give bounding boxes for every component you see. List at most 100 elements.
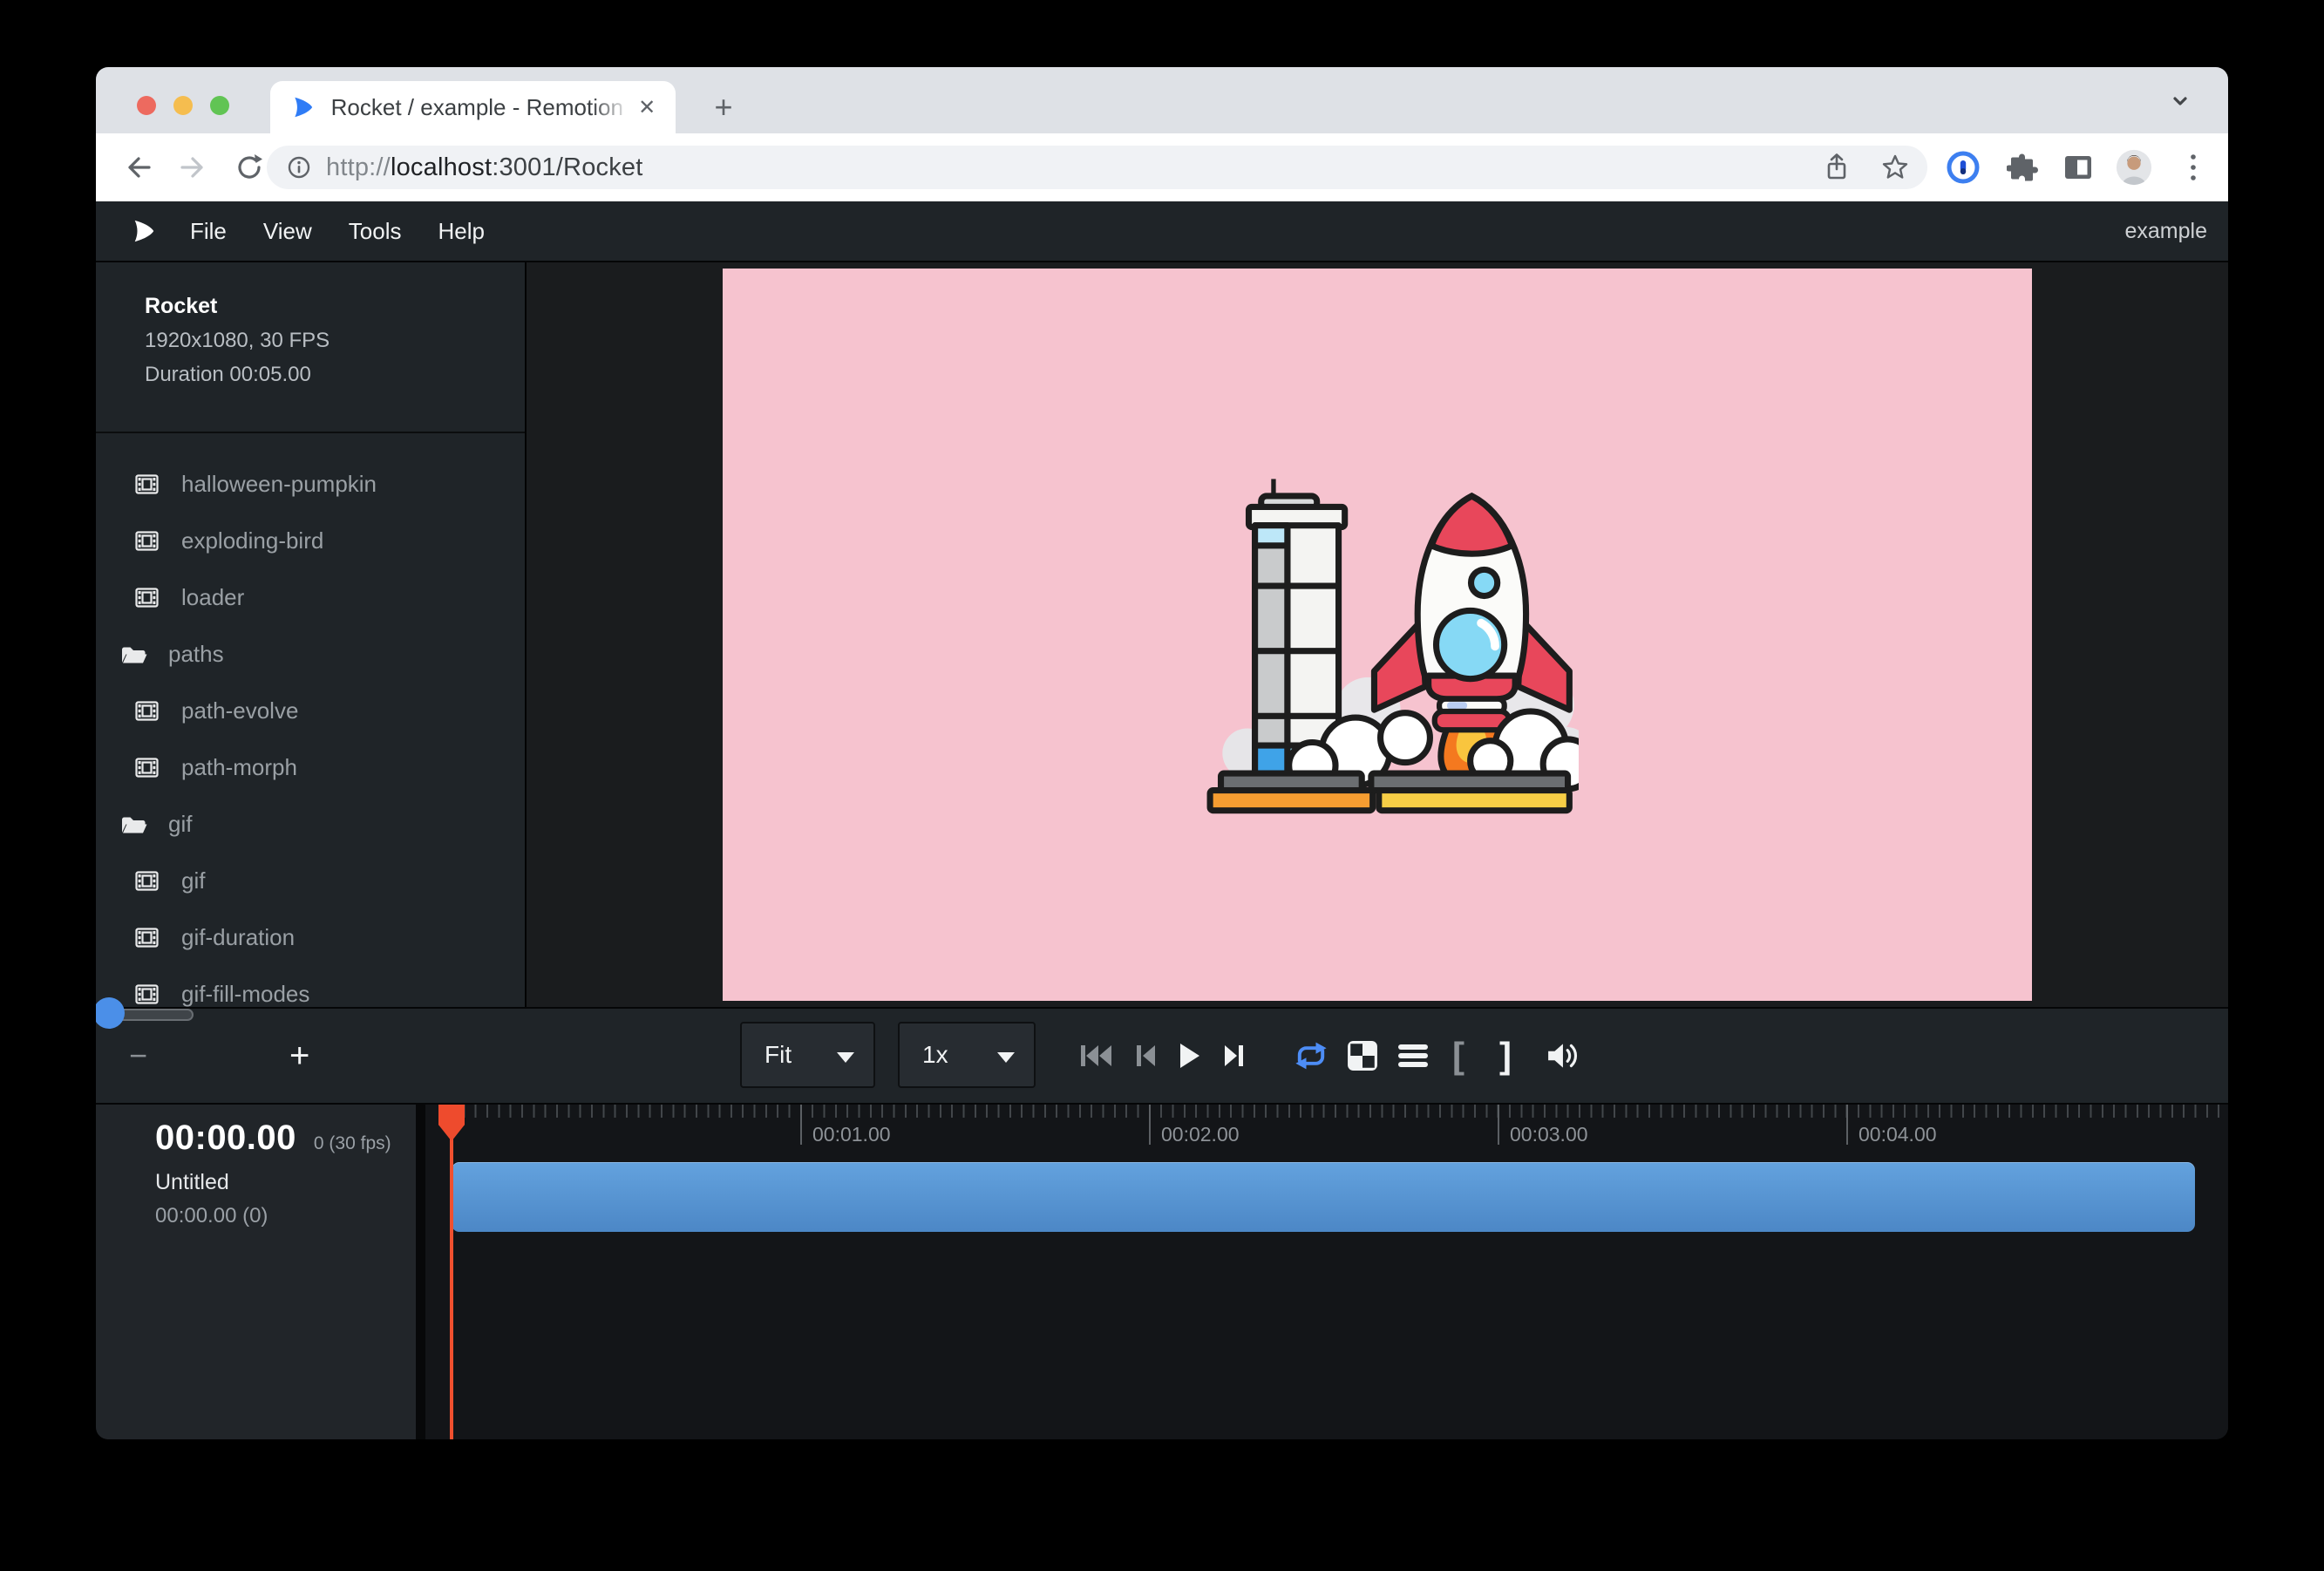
sidebar-item-label: gif-duration xyxy=(181,924,295,951)
composition-duration: Duration 00:05.00 xyxy=(145,363,499,387)
minimize-window-button[interactable] xyxy=(173,96,193,115)
remotion-logo-icon[interactable] xyxy=(131,218,157,244)
site-info-icon[interactable] xyxy=(286,154,312,180)
skip-to-start-icon xyxy=(1080,1042,1113,1070)
back-button[interactable] xyxy=(120,150,155,185)
tab-close-icon[interactable]: ✕ xyxy=(634,94,660,120)
sidebar-item-loader[interactable]: loader xyxy=(96,569,525,626)
sidebar-item-label: halloween-pumpkin xyxy=(181,471,377,498)
url-host: localhost xyxy=(391,153,492,181)
rocket-illustration xyxy=(1176,452,1579,817)
chevron-down-icon xyxy=(837,1052,854,1063)
timeline-clip-untitled[interactable] xyxy=(452,1162,2195,1232)
browser-menu-icon[interactable] xyxy=(2174,148,2212,187)
profile-avatar[interactable] xyxy=(2115,148,2153,187)
next-frame-icon xyxy=(1223,1042,1246,1070)
ruler-major-tick xyxy=(1846,1105,1848,1145)
tab-search-chevron-icon[interactable] xyxy=(2167,88,2193,119)
forward-button[interactable] xyxy=(176,150,211,185)
sidebar-item-path-evolve[interactable]: path-evolve xyxy=(96,683,525,739)
ruler-label: 00:03.00 xyxy=(1510,1123,1588,1146)
composition-list: halloween-pumpkin exploding-bird loader … xyxy=(96,435,525,1007)
side-panel-icon[interactable] xyxy=(2059,148,2097,187)
menu-file[interactable]: File xyxy=(190,218,227,245)
film-icon xyxy=(135,531,159,551)
share-icon[interactable] xyxy=(1823,152,1851,183)
timeline-ruler[interactable] xyxy=(452,1105,2228,1118)
project-name-label: example xyxy=(2125,219,2208,244)
remotion-favicon xyxy=(291,95,316,119)
remotion-menu-bar: File View Tools Help example xyxy=(96,201,2228,262)
current-frame-info: 0 (30 fps) xyxy=(314,1133,391,1154)
url-path: :3001/Rocket xyxy=(492,153,642,181)
film-icon xyxy=(135,474,159,494)
volume-button[interactable] xyxy=(1541,1009,1587,1103)
ruler-label: 00:02.00 xyxy=(1161,1123,1240,1146)
previous-frame-button[interactable] xyxy=(1130,1009,1161,1103)
playback-speed-dropdown[interactable]: 1x xyxy=(898,1022,1036,1088)
set-in-point-button[interactable]: [ xyxy=(1445,1009,1471,1103)
playhead-line[interactable] xyxy=(450,1105,453,1439)
composition-canvas[interactable] xyxy=(723,269,2032,1001)
out-point-icon: ] xyxy=(1499,1035,1512,1077)
current-timecode: 00:00.00 xyxy=(155,1119,296,1158)
menu-view[interactable]: View xyxy=(263,218,312,245)
ruler-label: 00:04.00 xyxy=(1859,1123,1937,1146)
sidebar-item-label: path-evolve xyxy=(181,697,298,724)
sidebar-folder-paths[interactable]: paths xyxy=(96,626,525,683)
tab-strip: Rocket / example - Remotion P ✕ + xyxy=(96,67,2228,133)
url-bar[interactable]: http://localhost:3001/Rocket xyxy=(267,146,1927,189)
previous-frame-icon xyxy=(1134,1042,1157,1070)
loop-toggle-button[interactable] xyxy=(1288,1009,1334,1103)
sidebar-item-gif[interactable]: gif xyxy=(96,853,525,909)
composition-info: Rocket 1920x1080, 30 FPS Duration 00:05.… xyxy=(96,262,525,433)
timeline-zoom-in-button[interactable]: + xyxy=(289,1009,309,1103)
sidebar-item-path-morph[interactable]: path-morph xyxy=(96,739,525,796)
new-tab-button[interactable]: + xyxy=(706,90,741,125)
main-area: Rocket 1920x1080, 30 FPS Duration 00:05.… xyxy=(96,262,2228,1007)
timeline-zoom-out-button[interactable]: − xyxy=(129,1009,147,1103)
timeline-track-area[interactable]: 00:01.00 00:02.00 00:03.00 00:04.00 xyxy=(425,1105,2228,1439)
sidebar-item-label: gif-fill-modes xyxy=(181,981,309,1007)
speaker-icon xyxy=(1546,1041,1581,1071)
skip-to-start-button[interactable] xyxy=(1076,1009,1118,1103)
zoom-slider-knob[interactable] xyxy=(96,997,125,1029)
browser-tab[interactable]: Rocket / example - Remotion P ✕ xyxy=(270,81,676,133)
rows-icon xyxy=(1398,1044,1428,1068)
chevron-down-icon xyxy=(997,1052,1015,1063)
menu-tools[interactable]: Tools xyxy=(349,218,402,245)
film-icon xyxy=(135,758,159,778)
reload-button[interactable] xyxy=(232,150,267,185)
next-frame-button[interactable] xyxy=(1219,1009,1250,1103)
sidebar-item-halloween-pumpkin[interactable]: halloween-pumpkin xyxy=(96,456,525,513)
size-fit-dropdown[interactable]: Fit xyxy=(740,1022,875,1088)
ruler-major-tick xyxy=(800,1105,802,1145)
browser-toolbar: http://localhost:3001/Rocket xyxy=(96,133,2228,201)
compositions-sidebar: Rocket 1920x1080, 30 FPS Duration 00:05.… xyxy=(96,262,527,1007)
set-out-point-button[interactable]: ] xyxy=(1492,1009,1519,1103)
in-point-icon: [ xyxy=(1452,1035,1464,1077)
sidebar-folder-gif[interactable]: gif xyxy=(96,796,525,853)
sidebar-item-label: loader xyxy=(181,584,244,611)
track-name: Untitled xyxy=(155,1170,416,1195)
tab-title: Rocket / example - Remotion P xyxy=(331,94,635,121)
timeline-divider xyxy=(416,1105,425,1439)
onepassword-extension-icon[interactable] xyxy=(1944,148,1982,187)
play-button[interactable] xyxy=(1172,1009,1206,1103)
playback-speed-value: 1x xyxy=(922,1041,948,1069)
timeline-panel-toggle-button[interactable] xyxy=(1393,1009,1433,1103)
transparency-toggle-button[interactable] xyxy=(1342,1009,1383,1103)
menu-help[interactable]: Help xyxy=(438,218,485,245)
extensions-puzzle-icon[interactable] xyxy=(2003,148,2042,187)
composition-title: Rocket xyxy=(145,294,499,319)
playhead-handle[interactable] xyxy=(438,1105,465,1141)
zoom-window-button[interactable] xyxy=(210,96,229,115)
bookmark-star-icon[interactable] xyxy=(1880,153,1910,182)
sidebar-item-gif-fill-modes[interactable]: gif-fill-modes xyxy=(96,966,525,1007)
sidebar-item-gif-duration[interactable]: gif-duration xyxy=(96,909,525,966)
sidebar-item-exploding-bird[interactable]: exploding-bird xyxy=(96,513,525,569)
close-window-button[interactable] xyxy=(137,96,156,115)
window-controls xyxy=(137,96,229,115)
playback-controls-bar: − + Fit 1x xyxy=(96,1007,2228,1103)
loop-icon xyxy=(1292,1040,1330,1071)
